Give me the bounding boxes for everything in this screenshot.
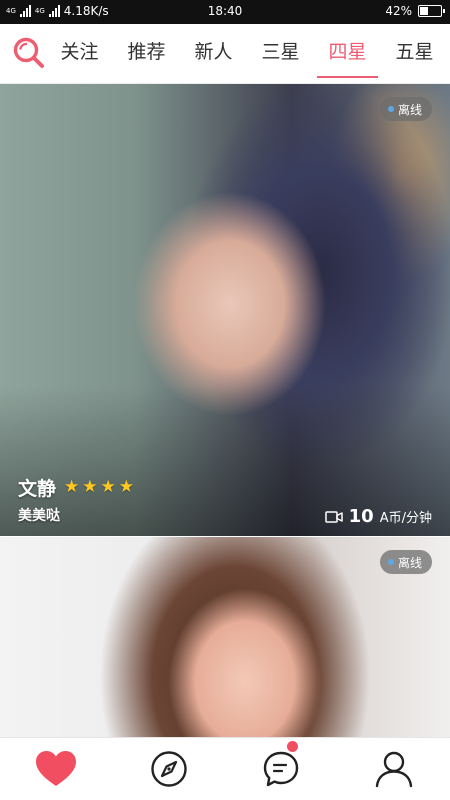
tabs: 关注 推荐 新人 三星 四星 五星 — [46, 24, 450, 84]
price-value: 10 — [348, 506, 374, 527]
tab-following[interactable]: 关注 — [46, 24, 113, 84]
host-name: 文静 — [18, 478, 57, 500]
bottom-nav — [0, 737, 450, 800]
clock: 18:40 — [207, 4, 243, 18]
nav-profile[interactable] — [338, 738, 450, 800]
nav-discover[interactable] — [113, 738, 226, 800]
battery-level — [420, 7, 429, 15]
status-badge: 离线 — [379, 550, 432, 574]
host-card[interactable]: 离线 — [0, 537, 450, 737]
price-unit: A币/分钟 — [379, 511, 432, 526]
heart-icon — [36, 751, 77, 786]
nav-favorites[interactable] — [0, 738, 113, 800]
video-camera-icon — [324, 510, 343, 523]
tab-five-star[interactable]: 五星 — [381, 24, 448, 84]
battery-percent: 42% — [385, 4, 412, 18]
compass-icon — [151, 751, 187, 787]
nav-messages[interactable] — [225, 738, 338, 800]
message-icon — [264, 751, 299, 787]
tab-four-star[interactable]: 四星 — [314, 24, 381, 84]
tab-three-star[interactable]: 三星 — [247, 24, 314, 84]
status-badge-label: 离线 — [397, 102, 422, 117]
search-icon — [13, 37, 44, 68]
user-icon — [375, 751, 412, 788]
tab-new[interactable]: 新人 — [180, 24, 247, 84]
status-badge-label: 离线 — [397, 555, 422, 570]
star-icon: ★ — [118, 477, 135, 497]
status-dot — [387, 559, 394, 565]
status-badge: 离线 — [379, 97, 432, 121]
host-name-row: 文静 ★ ★ ★ ★ — [18, 474, 134, 501]
status-bar: 4G 4G 4.18K/s 18:40 42% — [0, 0, 450, 24]
star-icon: ★ — [64, 477, 80, 497]
star-rating: ★ ★ ★ ★ — [64, 479, 134, 496]
status-right: 42% — [385, 4, 445, 18]
host-card[interactable]: 离线 文静 ★ ★ ★ ★ 美美哒 10 A币/分钟 — [0, 84, 450, 536]
battery-icon — [418, 5, 445, 17]
star-icon: ★ — [82, 477, 98, 497]
unread-badge — [287, 741, 298, 752]
status-dot — [387, 106, 394, 112]
host-nickname: 美美哒 — [18, 508, 60, 524]
category-tab-bar: 关注 推荐 新人 三星 四星 五星 — [0, 24, 450, 84]
call-price: 10 A币/分钟 — [324, 506, 432, 527]
search-button[interactable] — [12, 36, 46, 70]
star-icon: ★ — [100, 477, 116, 497]
tab-recommended[interactable]: 推荐 — [113, 24, 180, 84]
